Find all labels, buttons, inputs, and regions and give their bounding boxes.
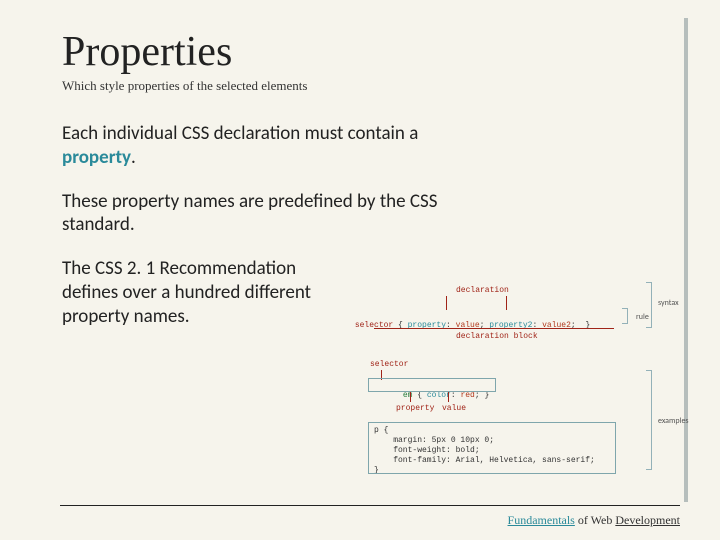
paragraph-3: The CSS 2. 1 Recommendation defines over…	[62, 257, 322, 328]
connector-line	[506, 296, 507, 310]
connector-line	[448, 392, 449, 402]
label-selector-small: selector	[370, 360, 408, 369]
paragraph-1-text: Each individual CSS declaration must con…	[62, 122, 418, 145]
example1-colon: :	[451, 391, 461, 400]
slide-subtitle: Which style properties of the selected e…	[62, 78, 670, 94]
paragraph-1: Each individual CSS declaration must con…	[62, 122, 482, 170]
label-declaration-block: declaration block	[456, 332, 538, 341]
bracket-examples	[646, 370, 652, 470]
slide: Properties Which style properties of the…	[0, 0, 720, 540]
css-syntax-diagram: declaration selector { property: value ; …	[326, 286, 696, 496]
example1-open: {	[412, 391, 426, 400]
label-value-small: value	[442, 404, 466, 413]
code-outline-box	[368, 422, 616, 474]
footer-of: of Web	[575, 513, 615, 527]
code-outline-box	[368, 378, 496, 392]
bracket-rule	[622, 308, 628, 324]
connector-line	[446, 296, 447, 310]
paragraph-1-tail: .	[131, 146, 136, 169]
footer-rule	[60, 505, 680, 506]
paragraph-1-accent: property	[62, 146, 131, 169]
paragraph-2: These property names are predefined by t…	[62, 190, 482, 238]
underline-declaration-block	[374, 328, 614, 329]
footer-text: Fundamentals of Web Development	[508, 513, 680, 528]
label-declaration: declaration	[456, 286, 509, 295]
footer-development: Development	[615, 513, 680, 527]
label-examples: examples	[658, 416, 689, 426]
example1-close: ; }	[475, 391, 489, 400]
label-syntax: syntax	[658, 298, 679, 308]
label-property-small: property	[396, 404, 434, 413]
slide-title: Properties	[62, 28, 670, 76]
connector-line	[410, 392, 411, 402]
example1-val: red	[460, 391, 474, 400]
bracket-syntax	[646, 282, 652, 328]
footer-fundamentals: Fundamentals	[508, 513, 575, 527]
